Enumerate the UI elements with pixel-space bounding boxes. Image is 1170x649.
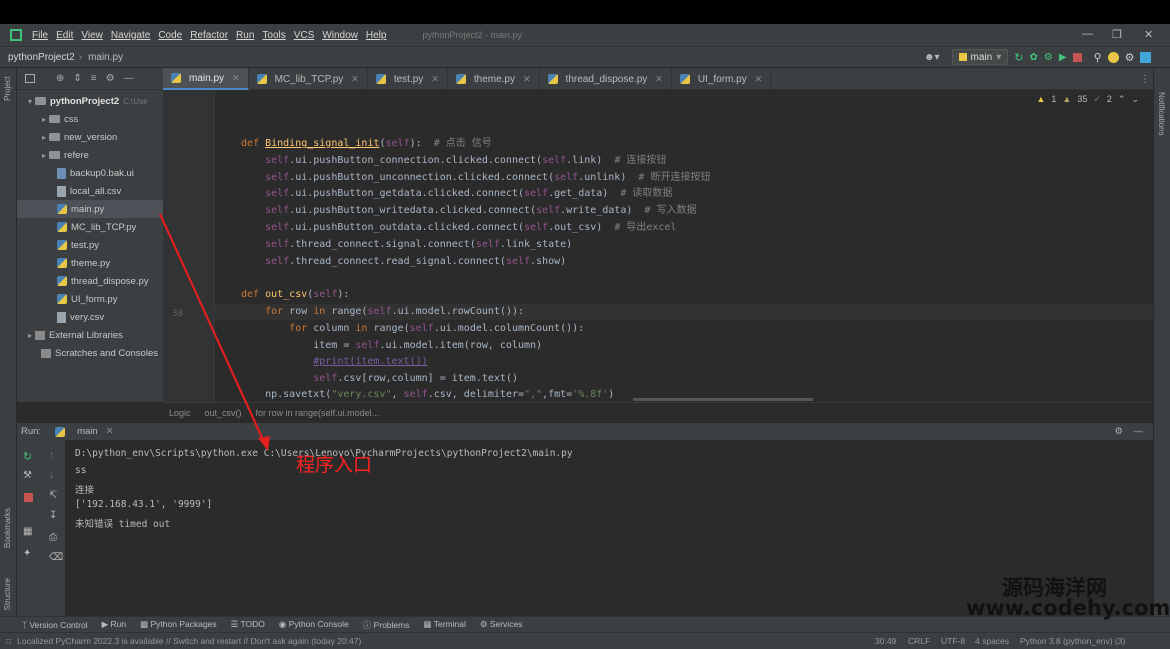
annotation-arrow bbox=[158, 213, 270, 451]
arrow-head bbox=[258, 436, 270, 451]
arrow-line bbox=[158, 213, 266, 443]
annotation-label: 程序入口 bbox=[296, 454, 373, 476]
watermark-url: www.codehy.com bbox=[966, 596, 1170, 620]
